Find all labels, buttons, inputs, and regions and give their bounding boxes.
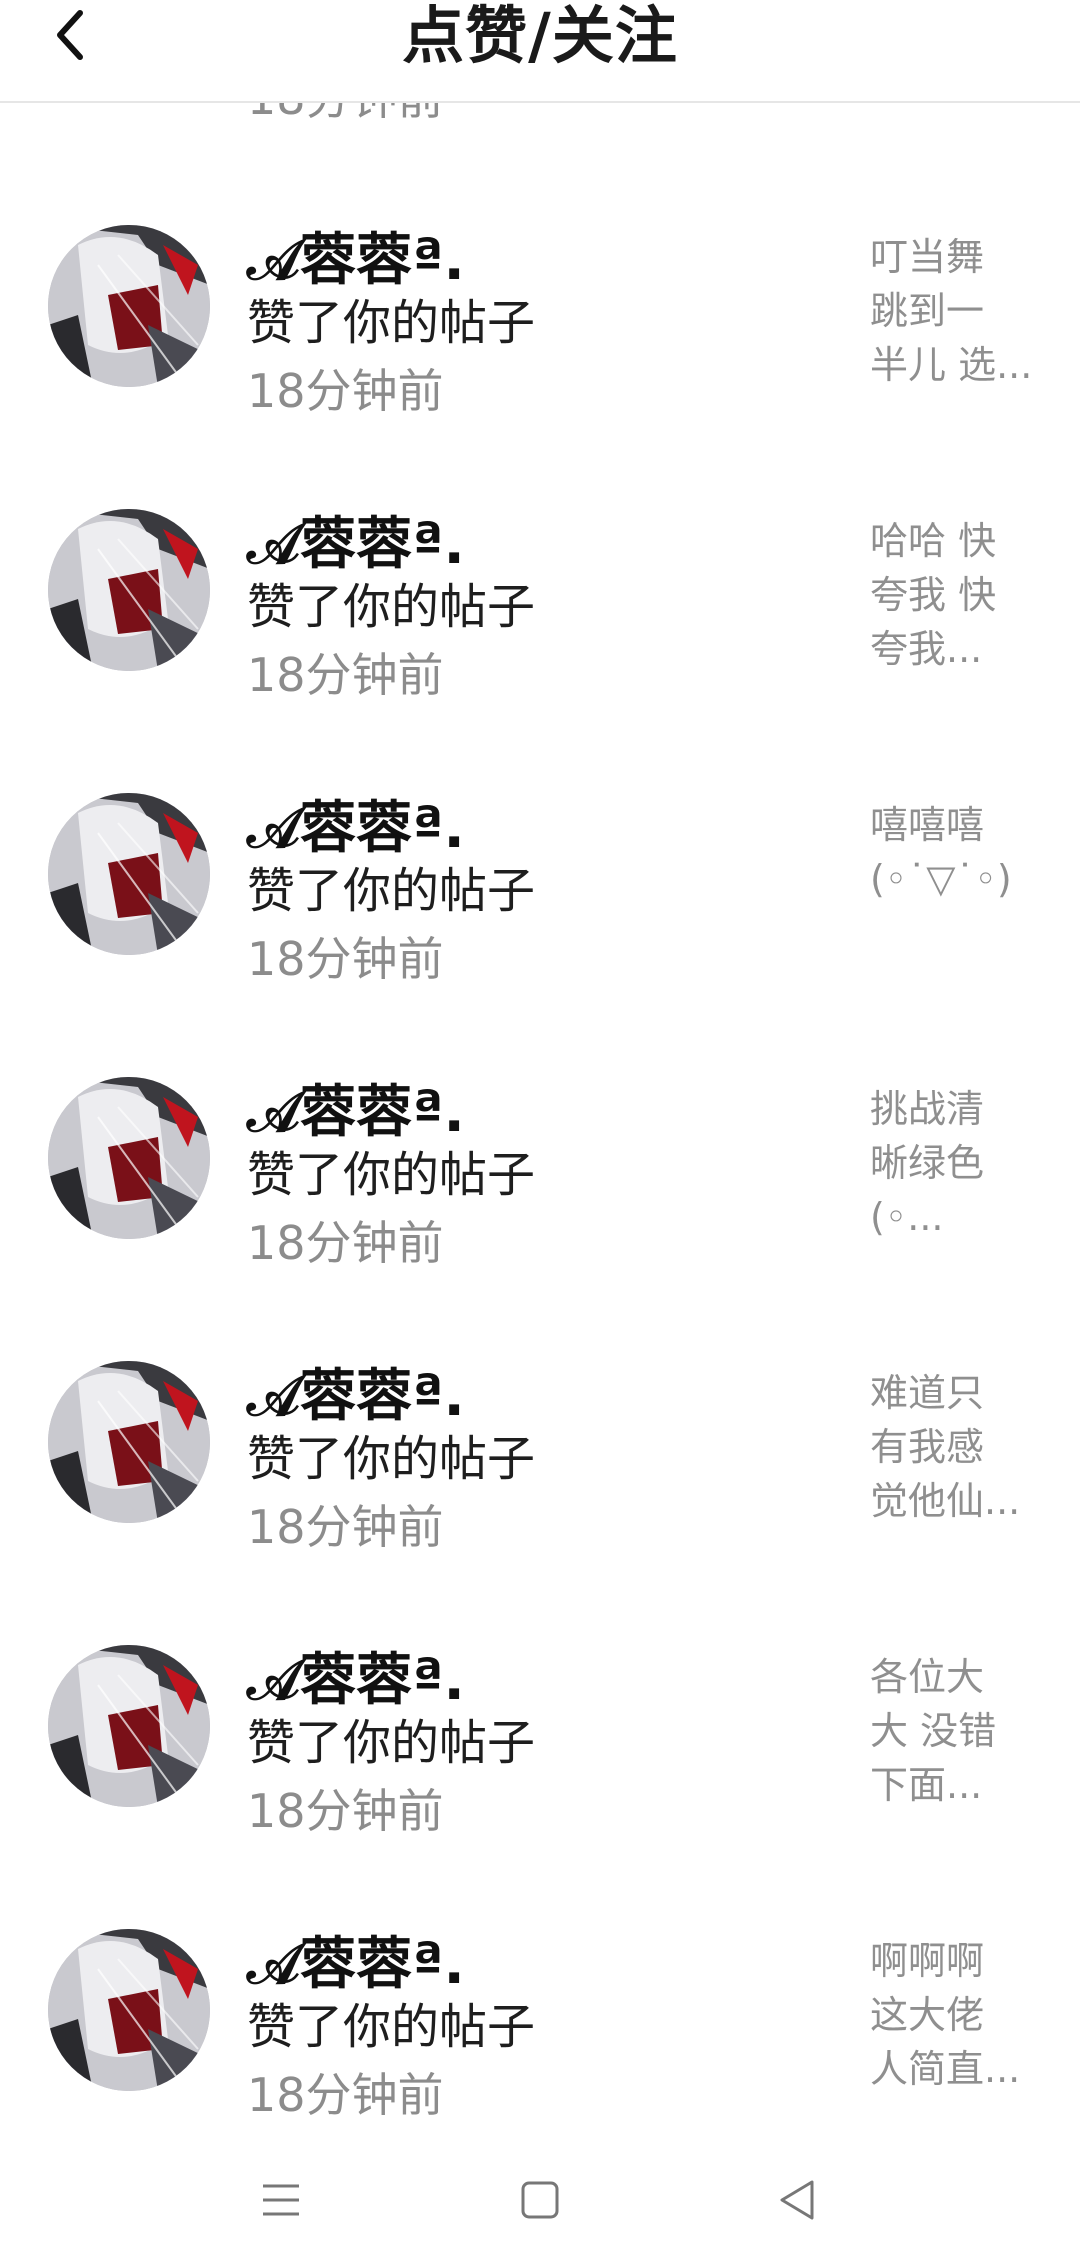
- timestamp: 18分钟前: [247, 2068, 444, 2122]
- action-text: 赞了你的帖子: [247, 1147, 536, 1203]
- action-text: 赞了你的帖子: [247, 1431, 536, 1487]
- list-item[interactable]: 𝒜蓉蓉ª. 赞了你的帖子 18分钟前 哈哈 快 夸我 快 夸我...: [0, 509, 1080, 793]
- timestamp: 18分钟前: [247, 1216, 444, 1270]
- preview-line: 半儿 选...: [870, 343, 1033, 387]
- preview-line: 哈哈 快: [870, 519, 997, 563]
- list-item[interactable]: 𝒜蓉蓉ª. 赞了你的帖子 18分钟前 挑战清 晰绿色 (◦...: [0, 1077, 1080, 1361]
- post-preview[interactable]: 啊啊啊 这大佬 人简直...: [870, 1934, 1042, 2096]
- avatar[interactable]: [48, 1077, 210, 1239]
- preview-line: 这大佬: [870, 1993, 985, 2037]
- post-preview[interactable]: 各位大 大 没错 下面...: [870, 1650, 1042, 1812]
- avatar[interactable]: [48, 1929, 210, 2091]
- page-title: 点赞/关注: [402, 0, 678, 72]
- avatar[interactable]: [48, 509, 210, 671]
- action-text: 赞了你的帖子: [247, 579, 536, 635]
- back-triangle-icon: [780, 2180, 814, 2220]
- preview-line: 啊啊啊: [870, 1939, 985, 1983]
- preview-line: (◦˙▽˙◦): [870, 857, 1012, 901]
- post-preview[interactable]: 叮当舞 跳到一 半儿 选...: [870, 230, 1042, 392]
- list-item[interactable]: 𝒜蓉蓉ª. 赞了你的帖子 18分钟前 嘻嘻嘻 (◦˙▽˙◦): [0, 793, 1080, 1077]
- preview-line: 夸我...: [870, 627, 983, 671]
- system-nav-bar: [0, 2140, 1080, 2260]
- home-button[interactable]: [480, 2140, 600, 2260]
- home-square-icon: [521, 2181, 559, 2219]
- preview-line: 嘻嘻嘻: [870, 803, 985, 847]
- screen: 18分钟前 点赞/关注: [0, 0, 1080, 2260]
- menu-icon: [263, 2184, 299, 2216]
- preview-line: 大 没错: [870, 1709, 997, 1753]
- avatar[interactable]: [48, 793, 210, 955]
- timestamp: 18分钟前: [247, 1784, 444, 1838]
- avatar[interactable]: [48, 1361, 210, 1523]
- action-text: 赞了你的帖子: [247, 1715, 536, 1771]
- post-preview[interactable]: 嘻嘻嘻 (◦˙▽˙◦): [870, 798, 1042, 906]
- avatar[interactable]: [48, 1645, 210, 1807]
- preview-line: 挑战清: [870, 1087, 985, 1131]
- timestamp: 18分钟前: [247, 932, 444, 986]
- timestamp: 18分钟前: [247, 648, 444, 702]
- list-item[interactable]: 𝒜蓉蓉ª. 赞了你的帖子 18分钟前 难道只 有我感 觉他仙...: [0, 1361, 1080, 1645]
- action-text: 赞了你的帖子: [247, 295, 536, 351]
- list-item[interactable]: 𝒜蓉蓉ª. 赞了你的帖子 18分钟前 叮当舞 跳到一 半儿 选...: [0, 225, 1080, 509]
- preview-line: 下面...: [870, 1763, 983, 1807]
- action-text: 赞了你的帖子: [247, 863, 536, 919]
- post-preview[interactable]: 哈哈 快 夸我 快 夸我...: [870, 514, 1042, 676]
- system-back-button[interactable]: [737, 2140, 857, 2260]
- post-preview[interactable]: 难道只 有我感 觉他仙...: [870, 1366, 1042, 1528]
- preview-line: 跳到一: [870, 289, 985, 333]
- menu-button[interactable]: [221, 2140, 341, 2260]
- preview-line: 难道只: [870, 1371, 985, 1415]
- preview-line: 有我感: [870, 1425, 985, 1469]
- preview-line: (◦...: [870, 1195, 944, 1239]
- preview-line: 觉他仙...: [870, 1479, 1021, 1523]
- list-item[interactable]: 𝒜蓉蓉ª. 赞了你的帖子 18分钟前 各位大 大 没错 下面...: [0, 1645, 1080, 1929]
- preview-line: 叮当舞: [870, 235, 985, 279]
- timestamp: 18分钟前: [247, 364, 444, 418]
- timestamp: 18分钟前: [247, 1500, 444, 1554]
- preview-line: 人简直...: [870, 2047, 1021, 2091]
- post-preview[interactable]: 挑战清 晰绿色 (◦...: [870, 1082, 1042, 1244]
- preview-line: 夸我 快: [870, 573, 997, 617]
- preview-line: 晰绿色: [870, 1141, 985, 1185]
- header-bar: 点赞/关注: [0, 0, 1080, 103]
- action-text: 赞了你的帖子: [247, 1999, 536, 2055]
- avatar[interactable]: [48, 225, 210, 387]
- preview-line: 各位大: [870, 1655, 985, 1699]
